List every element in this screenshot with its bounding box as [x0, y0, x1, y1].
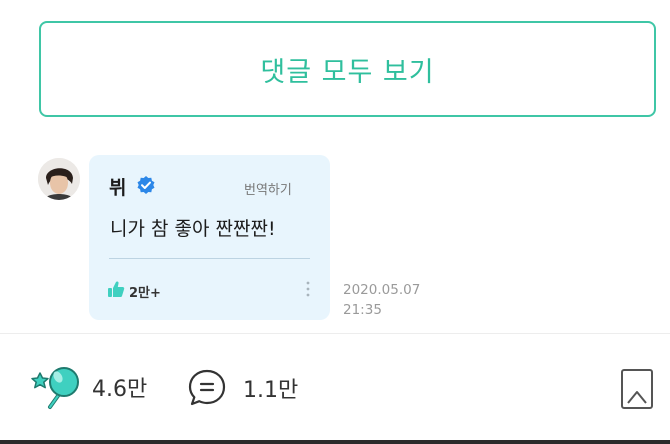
star-wand-icon[interactable] [30, 362, 80, 412]
comment-text: 니가 참 좋아 짠짠짠! [110, 218, 276, 240]
verified-badge-icon [137, 176, 155, 194]
comment-timestamp: 2020.05.07 21:35 [343, 280, 420, 320]
like-count: 4.6만 [92, 377, 148, 402]
comment-like-count: 2만+ [129, 286, 161, 301]
comment-stat[interactable]: 1.1만 [187, 368, 298, 408]
comment-time: 21:35 [343, 302, 382, 318]
bottom-edge [0, 440, 670, 444]
comment-bubble: 뷔 번역하기 니가 참 좋아 짠짠짠! 2만+ [89, 155, 330, 320]
comment-author[interactable]: 뷔 [109, 173, 126, 200]
bookmark-icon[interactable] [620, 368, 654, 410]
view-all-comments-button[interactable]: 댓글 모두 보기 [39, 21, 656, 117]
translate-button[interactable]: 번역하기 [244, 179, 292, 198]
thumbs-up-icon[interactable] [107, 280, 125, 298]
comment-date: 2020.05.07 [343, 282, 421, 298]
more-vertical-icon[interactable] [305, 279, 311, 299]
comment-count: 1.1만 [243, 378, 299, 403]
comment-item: 뷔 번역하기 니가 참 좋아 짠짠짠! 2만+ 2020.05.07 21:35 [0, 150, 670, 330]
avatar[interactable] [38, 158, 80, 200]
separator [0, 333, 670, 334]
comment-bubble-icon[interactable] [187, 368, 227, 408]
like-stat[interactable]: 4.6만 [30, 362, 147, 412]
divider [109, 258, 310, 259]
